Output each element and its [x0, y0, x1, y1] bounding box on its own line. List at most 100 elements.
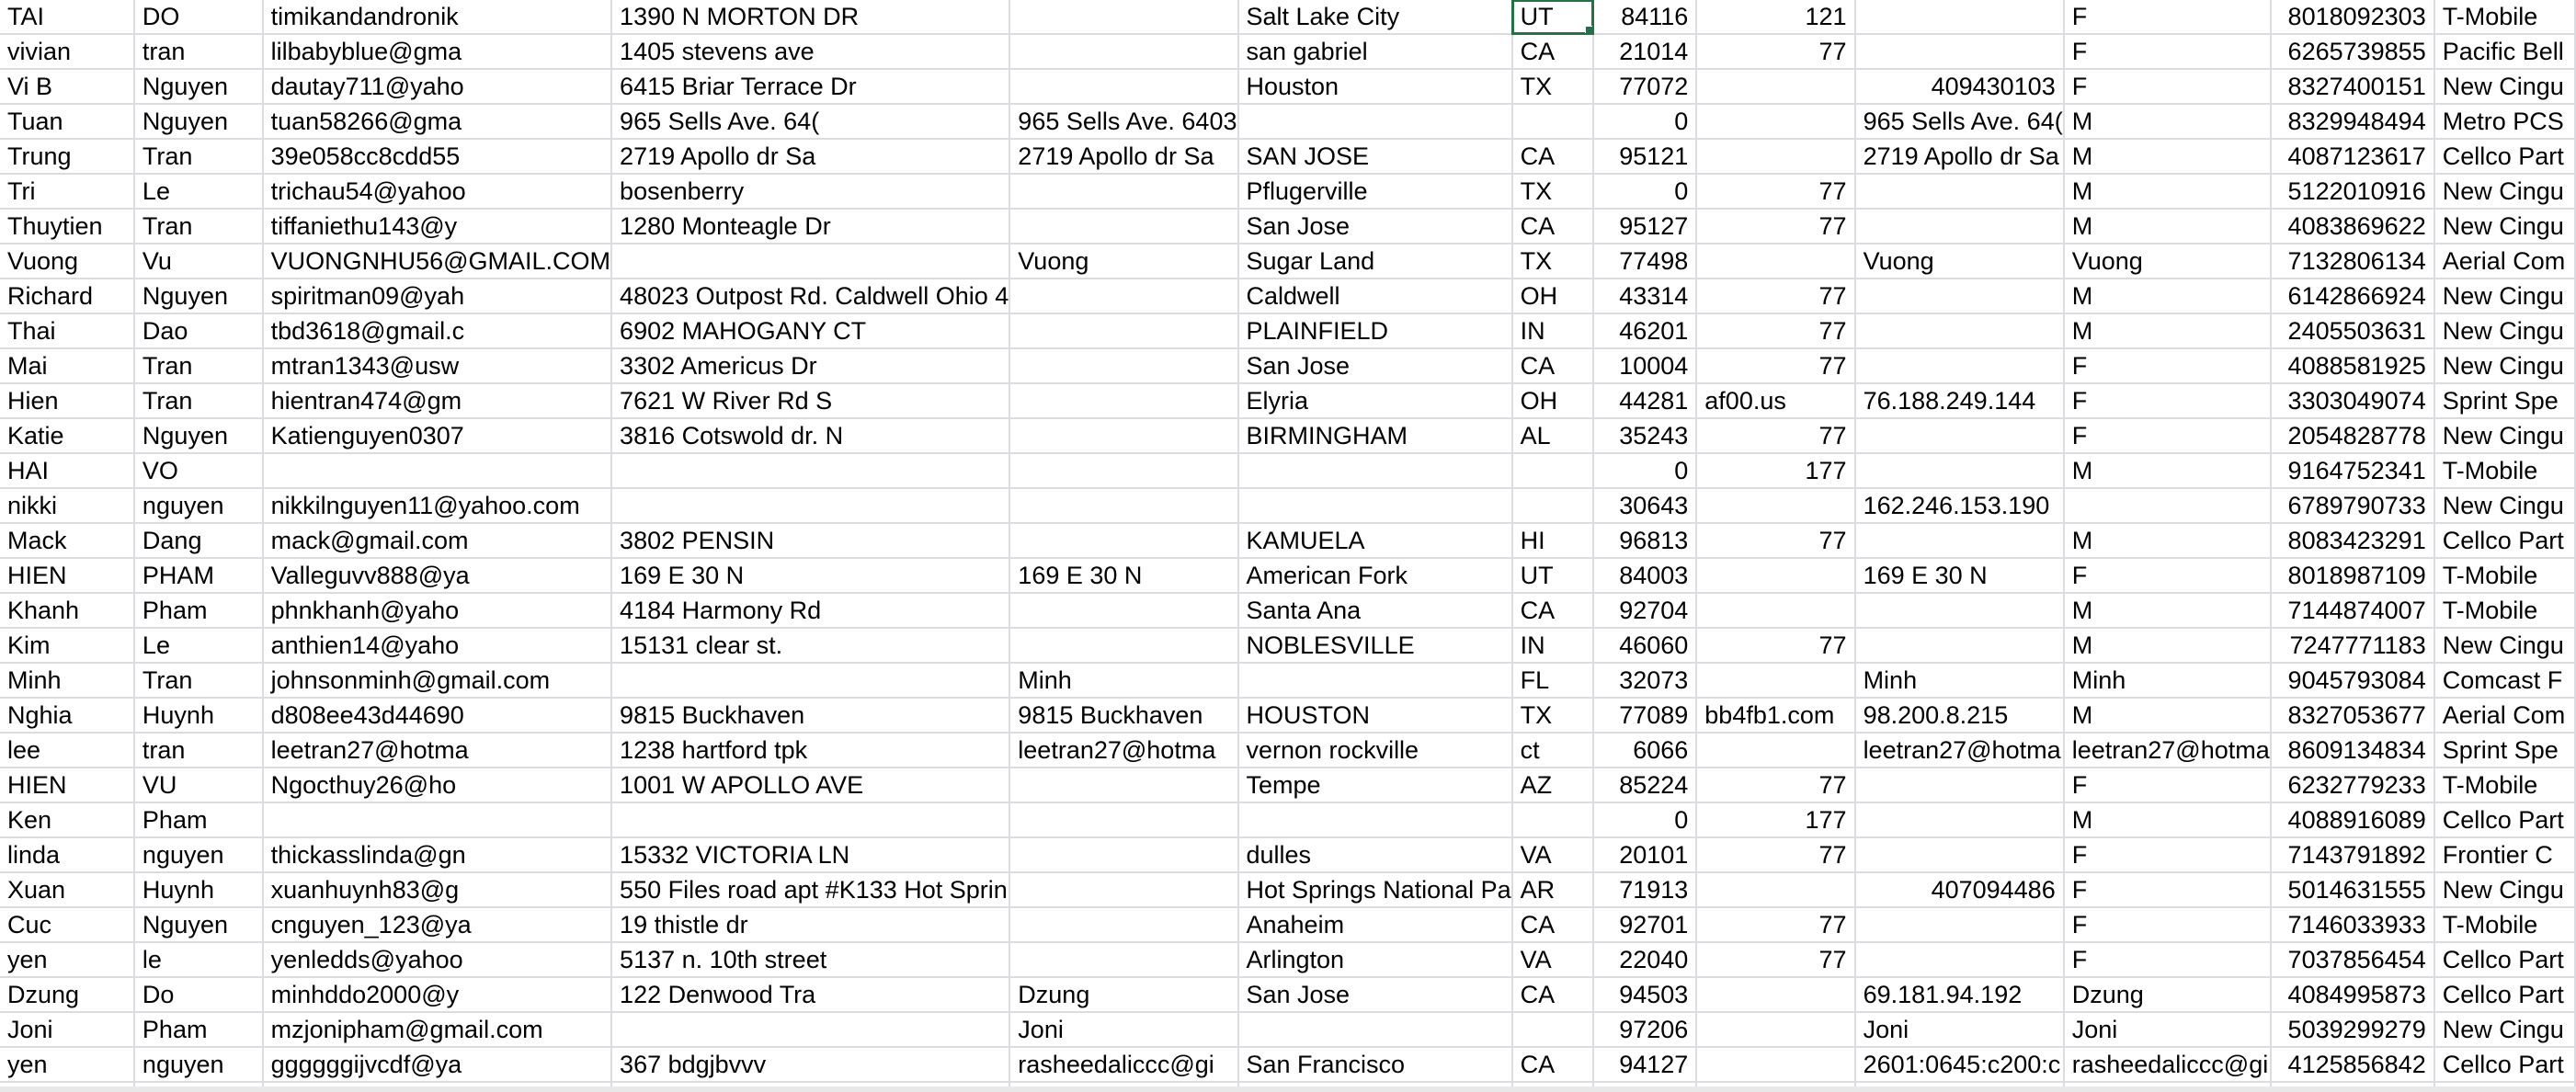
table-cell[interactable] [1009, 0, 1239, 35]
table-cell[interactable]: 2719 Apollo dr Sa [611, 139, 1011, 175]
table-cell[interactable]: Thuytien [0, 209, 135, 245]
table-cell[interactable]: 8327400151 [2270, 69, 2435, 105]
table-cell[interactable]: rasheedaliccc@gi [2063, 1047, 2272, 1083]
table-cell[interactable]: TX [1511, 174, 1594, 210]
table-cell[interactable]: san gabriel [1237, 34, 1513, 70]
table-cell[interactable]: 30643 [1592, 488, 1698, 524]
table-cell[interactable]: 6232779233 [2270, 768, 2435, 803]
table-cell[interactable]: Nghia [0, 698, 135, 734]
table-cell[interactable] [1009, 69, 1239, 105]
table-cell[interactable]: 7143791892 [2270, 837, 2435, 873]
table-cell[interactable] [1854, 453, 2065, 489]
table-cell[interactable]: 162.246.153.190 [1854, 488, 2065, 524]
table-cell[interactable]: 77072 [1592, 69, 1698, 105]
table-cell[interactable]: F [2063, 418, 2272, 454]
table-cell[interactable]: Sprint Spe [2434, 733, 2576, 768]
horizontal-scrollbar[interactable] [0, 1086, 2576, 1092]
table-cell[interactable]: nguyen [133, 837, 264, 873]
table-cell[interactable]: 77498 [1592, 244, 1698, 279]
table-cell[interactable]: Le [133, 628, 264, 664]
table-cell[interactable]: Hien [0, 383, 135, 419]
table-cell[interactable]: vernon rockville [1237, 733, 1513, 768]
table-cell[interactable]: 177 [1696, 453, 1856, 489]
table-cell[interactable] [1696, 1012, 1856, 1048]
table-cell[interactable]: Hot Springs National Pa [1237, 872, 1513, 908]
table-cell[interactable]: Dao [133, 313, 264, 349]
table-cell[interactable]: M [2063, 104, 2272, 140]
table-cell[interactable]: M [2063, 313, 2272, 349]
table-cell[interactable] [2063, 488, 2272, 524]
table-cell[interactable]: Thai [0, 313, 135, 349]
table-cell[interactable]: HIEN [0, 768, 135, 803]
table-cell[interactable]: T-Mobile [2434, 907, 2576, 943]
table-cell[interactable]: 77 [1696, 209, 1856, 245]
table-cell[interactable] [611, 488, 1011, 524]
table-cell[interactable]: 4184 Harmony Rd [611, 593, 1011, 629]
table-cell[interactable]: Vuong [1854, 244, 2065, 279]
table-cell[interactable]: Cuc [0, 907, 135, 943]
table-cell[interactable]: 77 [1696, 523, 1856, 559]
table-cell[interactable]: 6142866924 [2270, 279, 2435, 314]
table-cell[interactable]: M [2063, 698, 2272, 734]
table-cell[interactable]: af00.us [1696, 383, 1856, 419]
table-cell[interactable] [1696, 593, 1856, 629]
table-cell[interactable]: Vuong [2063, 244, 2272, 279]
table-cell[interactable]: Dang [133, 523, 264, 559]
table-cell[interactable]: PHAM [133, 558, 264, 594]
table-cell[interactable]: le [133, 942, 264, 978]
table-cell[interactable] [1696, 977, 1856, 1013]
table-cell[interactable]: San Jose [1237, 348, 1513, 384]
table-cell[interactable]: PLAINFIELD [1237, 313, 1513, 349]
table-cell[interactable]: 32073 [1592, 663, 1698, 699]
table-cell[interactable]: 0 [1592, 802, 1698, 838]
table-cell[interactable] [1009, 418, 1239, 454]
table-cell[interactable] [1009, 383, 1239, 419]
table-cell[interactable] [611, 453, 1011, 489]
table-cell[interactable]: tran [133, 34, 264, 70]
table-cell[interactable]: Pham [133, 593, 264, 629]
table-cell[interactable]: VA [1511, 942, 1594, 978]
table-cell[interactable]: 1405 stevens ave [611, 34, 1011, 70]
table-cell[interactable]: nikkilnguyen11@yahoo.com [262, 488, 613, 524]
table-cell[interactable]: 4087123617 [2270, 139, 2435, 175]
table-cell[interactable]: OH [1511, 279, 1594, 314]
table-cell[interactable]: leetran27@hotma [1009, 733, 1239, 768]
table-cell[interactable]: Cellco Part [2434, 1047, 2576, 1083]
table-cell[interactable] [1511, 802, 1594, 838]
table-cell[interactable]: Tran [133, 139, 264, 175]
table-cell[interactable] [1009, 907, 1239, 943]
table-cell[interactable] [1854, 0, 2065, 35]
table-cell[interactable]: bosenberry [611, 174, 1011, 210]
table-cell[interactable]: 7037856454 [2270, 942, 2435, 978]
table-cell[interactable]: mtran1343@usw [262, 348, 613, 384]
table-cell[interactable] [1696, 558, 1856, 594]
table-cell[interactable] [1696, 1047, 1856, 1083]
table-cell[interactable] [1696, 69, 1856, 105]
table-cell[interactable]: Tempe [1237, 768, 1513, 803]
table-cell[interactable] [1696, 872, 1856, 908]
table-cell[interactable] [611, 802, 1011, 838]
table-cell[interactable]: 367 bdgjbvvv [611, 1047, 1011, 1083]
table-cell[interactable]: tran [133, 733, 264, 768]
table-cell[interactable]: 4088581925 [2270, 348, 2435, 384]
table-cell[interactable]: Trung [0, 139, 135, 175]
table-cell[interactable]: 77 [1696, 768, 1856, 803]
table-cell[interactable]: tbd3618@gmail.c [262, 313, 613, 349]
table-cell[interactable]: Tran [133, 209, 264, 245]
table-cell[interactable]: 4084995873 [2270, 977, 2435, 1013]
table-cell[interactable]: ggggggijvcdf@ya [262, 1047, 613, 1083]
table-cell[interactable]: Nguyen [133, 279, 264, 314]
table-cell[interactable]: M [2063, 174, 2272, 210]
table-cell[interactable] [1854, 174, 2065, 210]
table-cell[interactable] [1237, 488, 1513, 524]
table-cell[interactable]: New Cingu [2434, 279, 2576, 314]
table-cell[interactable]: 169 E 30 N [1854, 558, 2065, 594]
table-cell[interactable]: nikki [0, 488, 135, 524]
table-cell[interactable]: Tri [0, 174, 135, 210]
table-cell[interactable]: 6066 [1592, 733, 1698, 768]
table-cell[interactable]: 77 [1696, 313, 1856, 349]
table-cell[interactable]: Nguyen [133, 104, 264, 140]
table-cell[interactable]: 1390 N MORTON DR [611, 0, 1011, 35]
table-cell[interactable] [1511, 453, 1594, 489]
table-cell[interactable] [1854, 768, 2065, 803]
